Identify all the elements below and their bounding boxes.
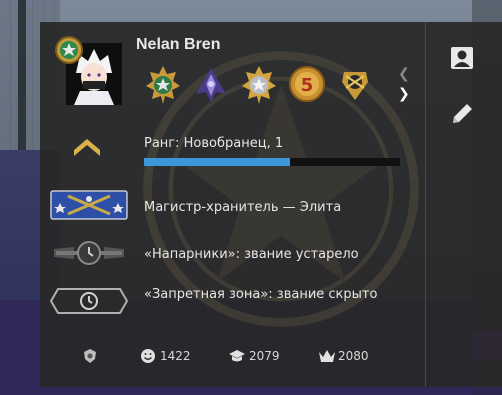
panel-divider [425, 22, 426, 387]
wingman-rank-badge-icon [54, 241, 124, 265]
competitive-rank-badge-icon [50, 190, 128, 220]
profile-card: Nelan Bren 5 ❮ ❯ Ранг: Новобранец, 1 Маг… [40, 22, 502, 387]
operation-coin-purple-icon[interactable] [192, 64, 230, 104]
rank-progress-bar [144, 158, 400, 166]
service-medal-silver-star-icon[interactable] [240, 64, 278, 104]
smiley-friendly-icon [141, 349, 155, 363]
rank-progress-fill [144, 158, 290, 166]
wingman-rank-text: «Напарники»: звание устарело [144, 247, 359, 262]
pencil-edit-icon[interactable] [446, 98, 478, 130]
profile-card-icon[interactable] [446, 42, 478, 74]
danger-zone-rank-text: «Запретная зона»: звание скрыто [144, 287, 378, 302]
teacher-count: 2079 [249, 349, 280, 363]
competitive-rank-text: Магистр-хранитель — Элита [144, 200, 342, 215]
rank-label: Ранг: Новобранец, 1 [144, 136, 284, 151]
rank-chevron-icon [74, 139, 100, 156]
commendation-stats: 1422 2079 2080 [40, 348, 420, 368]
five-year-coin-icon[interactable]: 5 [288, 64, 326, 104]
loyalty-badge-gold-icon[interactable] [336, 64, 374, 104]
danger-zone-rank-badge-icon [50, 288, 128, 314]
avatar-frame[interactable] [54, 35, 124, 105]
graduation-cap-teacher-icon [229, 350, 245, 362]
leader-count: 2080 [338, 349, 369, 363]
friendly-count: 1422 [160, 349, 191, 363]
chevron-right-icon[interactable]: ❯ [398, 86, 410, 102]
level-badge-icon [55, 36, 83, 64]
medal-nav: ❮ ❯ [398, 66, 412, 106]
svg-text:5: 5 [301, 75, 314, 96]
shield-emblem-icon[interactable] [82, 348, 98, 364]
chevron-left-icon[interactable]: ❮ [398, 66, 410, 82]
crown-leader-icon [319, 350, 335, 362]
username: Nelan Bren [136, 36, 221, 53]
service-medal-green-star-icon[interactable] [144, 64, 182, 104]
